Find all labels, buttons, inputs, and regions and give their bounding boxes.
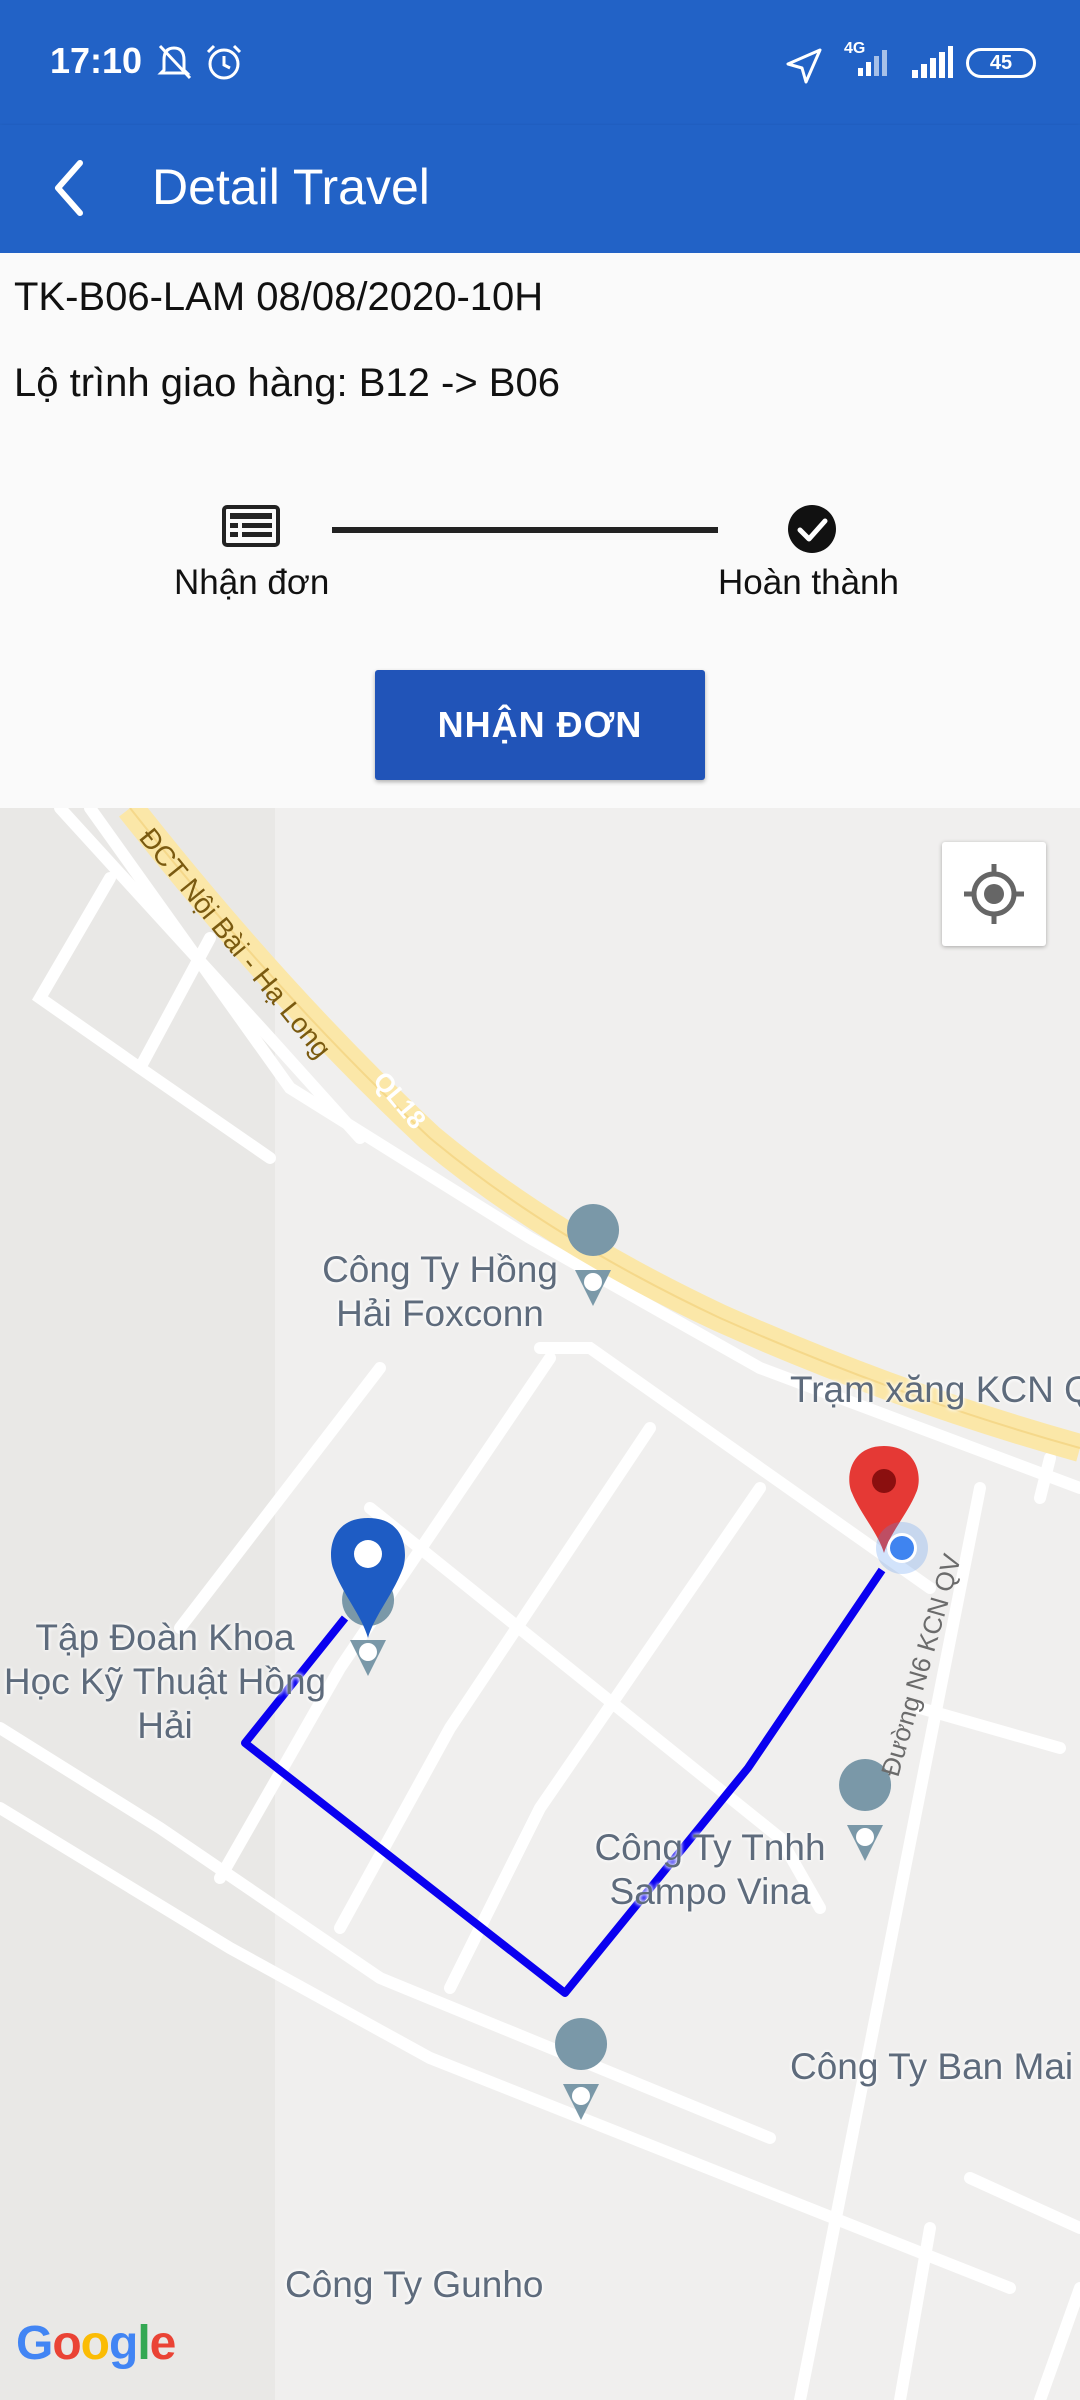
place-foxconn: Công Ty Hồng Hải Foxconn [322, 1249, 558, 1334]
battery-icon: 45 [966, 48, 1036, 78]
place-hong-hai-group: Tập Đoàn Khoa Học Kỹ Thuật Hồng Hải [3, 1617, 327, 1746]
place-sampo-vina: Công Ty Tnhh Sampo Vina [594, 1827, 826, 1912]
place-ban-mai: Công Ty Ban Mai [790, 2046, 1074, 2087]
signal-bars-icon [912, 46, 953, 78]
list-icon [222, 505, 280, 547]
battery-level: 45 [989, 51, 1013, 74]
status-time: 17:10 [50, 40, 143, 81]
my-location-button[interactable] [942, 842, 1046, 946]
progress-line [332, 527, 718, 533]
location-arrow-icon [786, 48, 822, 84]
map-view[interactable]: ĐCT Nội Bài - Hạ Long QL18 Đường N6 KCN … [0, 808, 1080, 2400]
bell-off-icon [157, 44, 192, 80]
back-arrow-icon[interactable] [40, 143, 130, 233]
check-circle-icon [788, 505, 836, 553]
alarm-icon [206, 44, 242, 80]
step-label-received: Nhận đơn [174, 563, 330, 602]
status-bar: 17:10 4G 45 [0, 0, 1080, 125]
map-canvas[interactable]: ĐCT Nội Bài - Hạ Long QL18 Đường N6 KCN … [0, 808, 1080, 2400]
signal-icon: 4G [840, 40, 900, 80]
my-location-icon [964, 864, 1024, 924]
page-title: Detail Travel [152, 159, 430, 215]
place-gas-station: Trạm xăng KCN Q [790, 1369, 1080, 1410]
app-bar: Detail Travel [0, 125, 1080, 253]
order-info-panel: TK-B06-LAM 08/08/2020-10H Lộ trình giao … [0, 253, 1080, 808]
current-location-icon [876, 1522, 928, 1574]
google-logo: Google [16, 2317, 176, 2370]
order-code: TK-B06-LAM 08/08/2020-10H [14, 275, 544, 319]
delivery-route: Lộ trình giao hàng: B12 -> B06 [14, 361, 560, 405]
place-gunho: Công Ty Gunho [285, 2264, 544, 2305]
receive-order-button[interactable]: NHẬN ĐƠN [375, 670, 705, 780]
step-label-completed: Hoàn thành [718, 563, 899, 602]
